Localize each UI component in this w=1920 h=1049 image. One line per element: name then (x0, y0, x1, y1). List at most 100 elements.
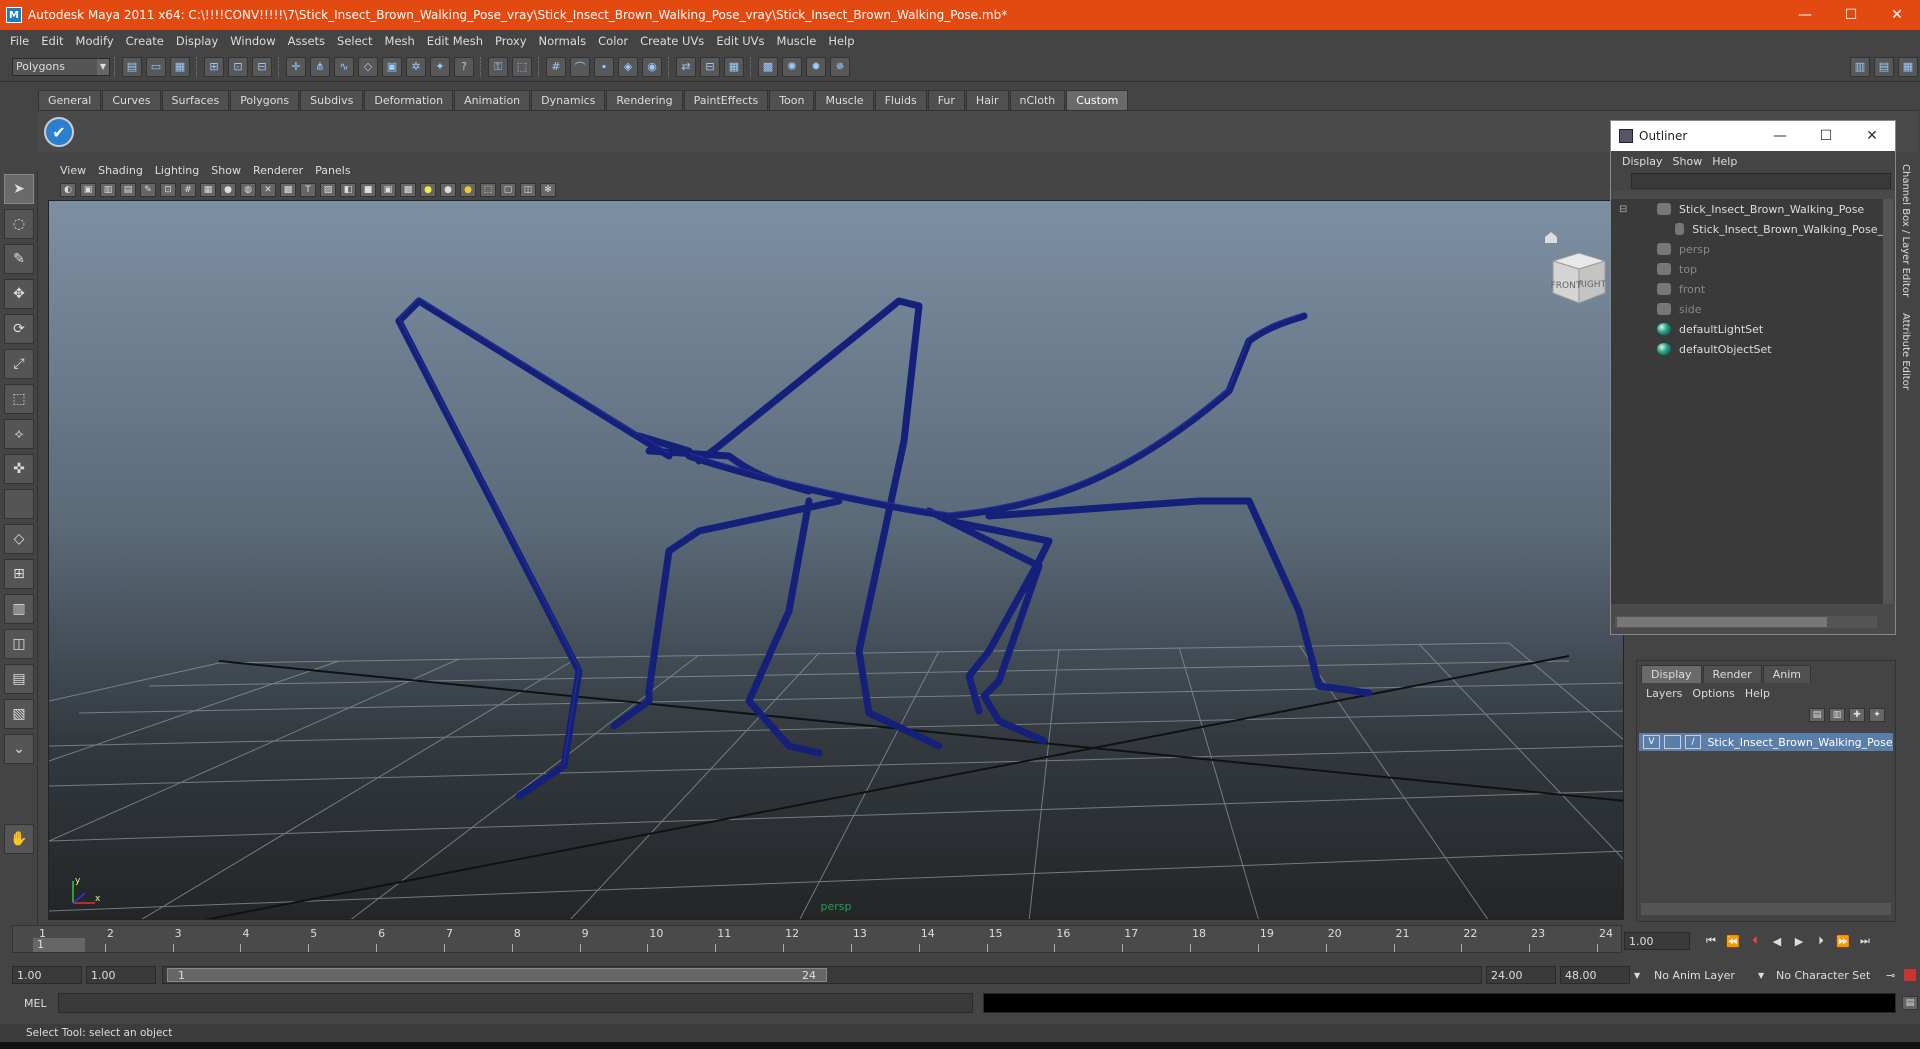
new-layer-selected-icon[interactable]: ✦ (1869, 708, 1885, 722)
shelf-options[interactable] (0, 88, 38, 152)
safe-title-icon[interactable]: ◫ (520, 183, 536, 197)
paint-select-tool-icon[interactable]: ✎ (4, 244, 34, 274)
time-slider[interactable]: 1 2 3 4 5 6 7 8 9 10 11 12 13 14 15 16 17 18 19 20 21 22 23 24 1 (12, 925, 1622, 953)
snap-to-view-plane-icon[interactable]: ◈ (618, 56, 638, 77)
maya-app-icon[interactable]: M (6, 7, 22, 23)
outliner-item[interactable]: Stick_Insect_Brown_Walking_Pose_ (1611, 219, 1883, 239)
select-camera-icon[interactable]: ◐ (60, 183, 76, 197)
layer-horizontal-scrollbar[interactable] (1641, 903, 1891, 915)
outliner-minimize-button[interactable]: — (1757, 128, 1803, 144)
playback-start-field[interactable]: 1.00 (86, 966, 156, 984)
outliner-horizontal-scrollbar[interactable] (1615, 616, 1877, 628)
menu-display[interactable]: Display (170, 34, 224, 48)
snap-to-point-icon[interactable]: ∙ (594, 56, 614, 77)
layer-playback-toggle[interactable] (1663, 735, 1681, 749)
shelf-tab-subdivs[interactable]: Subdivs (300, 90, 364, 110)
current-time-marker[interactable]: 1 (33, 938, 85, 952)
viewport-menu-view[interactable]: View (54, 164, 92, 177)
select-by-object-icon[interactable]: ⊡ (228, 56, 248, 77)
hypershade-layout-icon[interactable]: ▤ (4, 664, 34, 694)
range-slider-thumb[interactable]: 1 24 (167, 968, 827, 982)
field-chart-icon[interactable]: ✻ (540, 183, 556, 197)
xray-icon[interactable]: ✕ (260, 183, 276, 197)
shadows-icon[interactable]: ▨ (320, 183, 336, 197)
shelf-tab-ncloth[interactable]: nCloth (1009, 90, 1066, 110)
lock-selection-icon[interactable]: ⚿ (488, 56, 508, 77)
construction-history-icon[interactable]: ⊟ (700, 56, 720, 77)
outliner-vertical-scrollbar[interactable] (1883, 199, 1893, 604)
step-forward-frame-icon[interactable]: ⏵ (1810, 934, 1832, 948)
cube-textured-icon[interactable]: ▣ (380, 183, 396, 197)
layout-options-icon[interactable]: ⌄ (4, 734, 34, 764)
command-language-label[interactable]: MEL (0, 997, 58, 1010)
grid-icon[interactable]: # (180, 183, 196, 197)
wireframe-icon[interactable]: ▦ (200, 183, 216, 197)
play-forwards-icon[interactable]: ▶ (1788, 935, 1810, 948)
shelf-tab-deformation[interactable]: Deformation (364, 90, 454, 110)
gold-sphere-icon[interactable]: ● (460, 183, 476, 197)
snap-to-curve-icon[interactable]: ⌒ (570, 56, 590, 77)
snap-to-grid-icon[interactable]: # (546, 56, 566, 77)
smooth-shade-icon[interactable]: ● (220, 183, 236, 197)
minimize-button[interactable]: — (1782, 0, 1828, 30)
move-tool-icon[interactable]: ✥ (4, 279, 34, 309)
lasso-tool-icon[interactable]: ◌ (4, 209, 34, 239)
collapse-icon[interactable]: ⊟ (1619, 204, 1627, 215)
auto-key-icon[interactable]: ⊸ (1886, 969, 1895, 982)
close-button[interactable]: ✕ (1874, 0, 1920, 30)
shelf-tab-muscle[interactable]: Muscle (815, 90, 874, 110)
step-back-frame-icon[interactable]: ⏴ (1744, 934, 1766, 948)
four-view-layout-icon[interactable]: ⊞ (4, 559, 34, 589)
ipr-render-icon[interactable]: ✺ (782, 56, 802, 77)
viewport-menu-shading[interactable]: Shading (92, 164, 149, 177)
render-view-icon[interactable]: ▩ (758, 56, 778, 77)
shelf-tab-painteffects[interactable]: PaintEffects (683, 90, 769, 110)
shelf-tab-curves[interactable]: Curves (102, 90, 161, 110)
layer-color-swatch[interactable]: / (1684, 735, 1702, 749)
shelf-tab-dynamics[interactable]: Dynamics (531, 90, 606, 110)
menu-mesh[interactable]: Mesh (379, 34, 421, 48)
select-by-component-icon[interactable]: ⊟ (252, 56, 272, 77)
menu-proxy[interactable]: Proxy (489, 34, 533, 48)
persp-graph-hypergraph-layout-icon[interactable]: ▧ (4, 699, 34, 729)
outliner-filter-input[interactable] (1631, 173, 1891, 189)
quick-layout-icon[interactable]: ✋ (4, 824, 34, 854)
show-manipulator-icon[interactable]: ✜ (4, 454, 34, 484)
mask-curves-icon[interactable]: ∿ (334, 56, 354, 77)
outliner-item[interactable]: ⊟ Stick_Insect_Brown_Walking_Pose (1611, 199, 1883, 219)
menu-edit[interactable]: Edit (35, 34, 69, 48)
channel-box-tab[interactable]: Channel Box / Layer Editor (1900, 160, 1911, 301)
mask-deformations-icon[interactable]: ▣ (382, 56, 402, 77)
shelf-tab-fur[interactable]: Fur (927, 90, 965, 110)
image-plane-icon[interactable]: ▤ (120, 183, 136, 197)
mask-surfaces-icon[interactable]: ◇ (358, 56, 378, 77)
preferences-icon[interactable] (1904, 969, 1916, 981)
menu-window[interactable]: Window (224, 34, 281, 48)
viewport-menu-panels[interactable]: Panels (309, 164, 356, 177)
universal-manipulator-icon[interactable]: ⬚ (4, 384, 34, 414)
camera-attributes-icon[interactable]: ▣ (80, 183, 96, 197)
shelf-tab-hair[interactable]: Hair (965, 90, 1009, 110)
display-layer-row[interactable]: V / Stick_Insect_Brown_Walking_Pose_la (1639, 733, 1893, 751)
mask-dynamics-icon[interactable]: ✲ (406, 56, 426, 77)
menu-create[interactable]: Create (120, 34, 170, 48)
use-all-lights-icon[interactable]: T (300, 183, 316, 197)
chevron-down-icon[interactable]: ▼ (1634, 971, 1646, 980)
step-back-key-icon[interactable]: ⏪ (1722, 935, 1744, 948)
input-output-icon[interactable]: ⇄ (676, 56, 696, 77)
shelf-tab-rendering[interactable]: Rendering (606, 90, 683, 110)
scroll-thumb[interactable] (1617, 617, 1827, 627)
menu-select[interactable]: Select (331, 34, 378, 48)
mask-misc-icon[interactable]: ? (454, 56, 474, 77)
show-channel-box-icon[interactable]: ▥ (1850, 56, 1870, 77)
shelf-tab-animation[interactable]: Animation (454, 90, 531, 110)
hypershade-icon[interactable]: ✵ (830, 56, 850, 77)
step-forward-key-icon[interactable]: ⏩ (1832, 935, 1854, 948)
outliner-item[interactable]: top (1611, 259, 1883, 279)
shelf-tab-surfaces[interactable]: Surfaces (161, 90, 230, 110)
show-tool-settings-icon[interactable]: ▦ (1898, 56, 1918, 77)
select-tool-icon[interactable]: ➤ (4, 174, 34, 204)
menu-modify[interactable]: Modify (70, 34, 120, 48)
select-by-hierarchy-icon[interactable]: ⊞ (204, 56, 224, 77)
outliner-menu-display[interactable]: Display (1617, 155, 1668, 168)
